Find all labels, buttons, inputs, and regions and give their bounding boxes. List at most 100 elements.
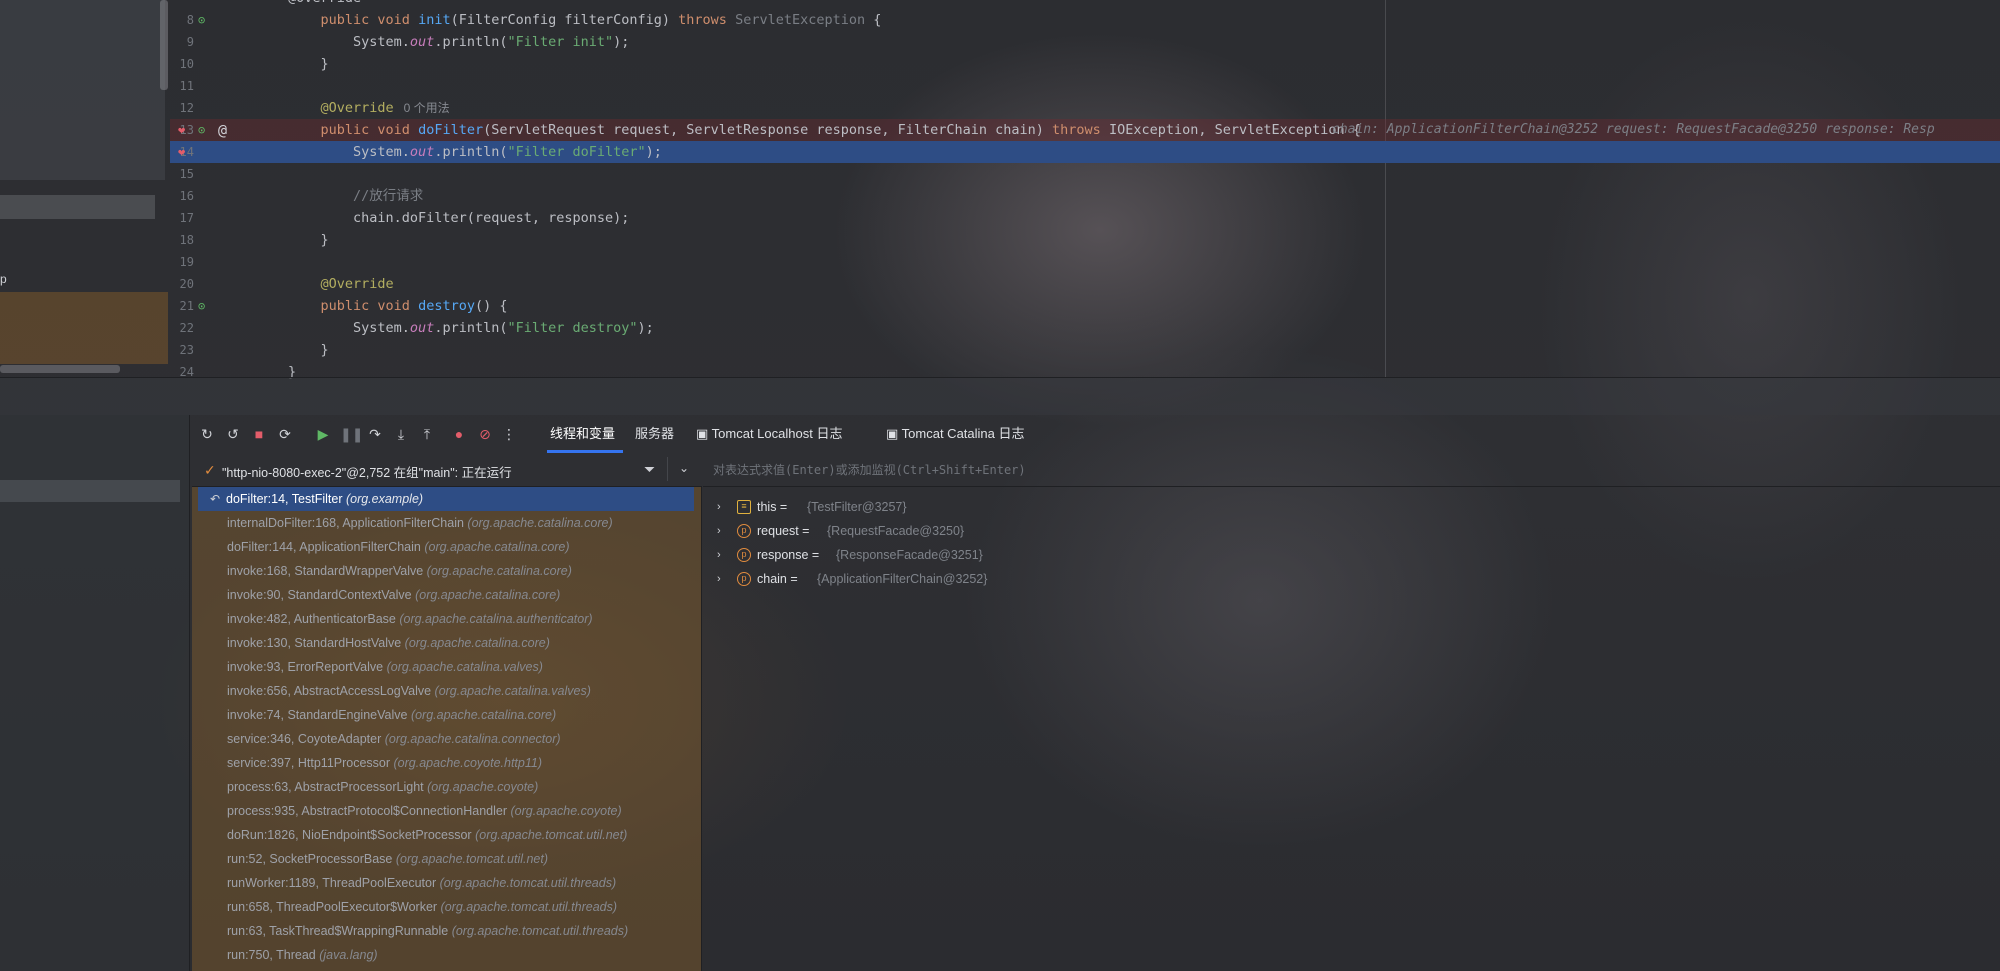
stack-frame[interactable]: run:750, Thread (java.lang) <box>192 943 702 967</box>
chevron-down-icon[interactable]: ⌄ <box>679 461 689 475</box>
code-line[interactable]: 12 @Override 0 个用法 <box>170 97 2000 119</box>
code-line[interactable]: 14 System.out.println("Filter doFilter")… <box>170 141 2000 163</box>
stack-frame[interactable]: invoke:74, StandardEngineValve (org.apac… <box>192 703 702 727</box>
thread-selector[interactable]: ✓ "http-nio-8080-exec-2"@2,752 在组"main":… <box>192 453 702 487</box>
frame-package: (org.apache.tomcat.util.net) <box>395 852 549 866</box>
line-number[interactable]: 23 <box>170 339 194 361</box>
code-line[interactable]: 10 } <box>170 53 2000 75</box>
implements-method-icon[interactable]: ⊙ <box>198 123 205 137</box>
tab-tomcat-localhost-log[interactable]: ▣ Tomcat Localhost 日志 <box>696 425 842 443</box>
stack-frame[interactable]: doRun:1826, NioEndpoint$SocketProcessor … <box>192 823 702 847</box>
pause-icon[interactable]: ❚❚ <box>340 425 363 443</box>
stack-frame[interactable]: internalDoFilter:168, ApplicationFilterC… <box>192 511 702 535</box>
line-number[interactable]: 16 <box>170 185 194 207</box>
stack-frame[interactable]: invoke:130, StandardHostValve (org.apach… <box>192 631 702 655</box>
tab-tomcat-catalina-log[interactable]: ▣ Tomcat Catalina 日志 <box>886 425 1025 443</box>
resume-icon[interactable]: ▶ <box>314 425 332 443</box>
stack-frame[interactable]: service:397, Http11Processor (org.apache… <box>192 751 702 775</box>
frame-method: run:750, Thread <box>227 948 320 962</box>
stack-frame[interactable]: doFilter:144, ApplicationFilterChain (or… <box>192 535 702 559</box>
line-number[interactable]: 10 <box>170 53 194 75</box>
step-into-icon[interactable]: ⤓ <box>392 425 410 443</box>
code-line[interactable]: 15 <box>170 163 2000 185</box>
breakpoint-icon[interactable]: ❤ <box>178 145 185 159</box>
step-over-icon[interactable]: ↷ <box>366 425 384 443</box>
step-out-icon[interactable]: ⤒ <box>418 425 436 443</box>
code-line[interactable]: 13 public void doFilter(ServletRequest r… <box>170 119 2000 141</box>
stack-frame[interactable]: invoke:656, AbstractAccessLogValve (org.… <box>192 679 702 703</box>
project-tree-selection[interactable] <box>0 195 155 219</box>
breakpoint-icon[interactable]: ❤ <box>178 123 185 137</box>
mute-breakpoints-icon[interactable]: ⊘ <box>476 425 494 443</box>
line-number[interactable]: 22 <box>170 317 194 339</box>
code-line[interactable]: 21 public void destroy() {⊙ <box>170 295 2000 317</box>
stack-frame[interactable]: ↶ doFilter:14, TestFilter (org.example) <box>198 487 694 511</box>
code-line[interactable]: 11 <box>170 75 2000 97</box>
frame-package: (org.apache.catalina.core) <box>410 708 557 722</box>
view-breakpoints-icon[interactable]: ● <box>450 425 468 443</box>
code-text: public void doFilter(ServletRequest requ… <box>320 122 1361 138</box>
project-tree-vscrollbar[interactable] <box>160 0 168 90</box>
code-editor[interactable]: @Override8 public void init(FilterConfig… <box>170 0 2000 380</box>
code-text: System.out.println("Filter destroy"); <box>288 320 654 336</box>
stack-frame[interactable]: invoke:482, AuthenticatorBase (org.apach… <box>192 607 702 631</box>
implements-method-icon[interactable]: ⊙ <box>198 299 205 313</box>
line-number[interactable]: 15 <box>170 163 194 185</box>
project-tree-hscrollbar[interactable] <box>0 365 120 373</box>
rerun-icon[interactable]: ↻ <box>198 425 216 443</box>
line-number[interactable]: 11 <box>170 75 194 97</box>
variable-row[interactable]: › p response = {ResponseFacade@3251} <box>703 543 1903 567</box>
more-options-icon[interactable]: ⋮ <box>500 425 518 443</box>
annotation-icon[interactable]: @ <box>218 123 227 138</box>
line-number[interactable]: 17 <box>170 207 194 229</box>
filter-icon[interactable]: ⏷ <box>644 461 655 478</box>
tab-threads-variables[interactable]: 线程和变量 <box>550 425 615 443</box>
stack-frame[interactable]: invoke:93, ErrorReportValve (org.apache.… <box>192 655 702 679</box>
code-line[interactable]: 19 <box>170 251 2000 273</box>
stack-frame[interactable]: service:346, CoyoteAdapter (org.apache.c… <box>192 727 702 751</box>
variable-row[interactable]: › p chain = {ApplicationFilterChain@3252} <box>703 567 1903 591</box>
stack-frame[interactable]: runWorker:1189, ThreadPoolExecutor (org.… <box>192 871 702 895</box>
stack-frame[interactable]: process:63, AbstractProcessorLight (org.… <box>192 775 702 799</box>
panel-splitter[interactable] <box>0 377 2000 415</box>
code-line[interactable]: 17 chain.doFilter(request, response); <box>170 207 2000 229</box>
code-line[interactable]: 20 @Override <box>170 273 2000 295</box>
tab-server[interactable]: 服务器 <box>635 425 674 443</box>
code-line[interactable]: @Override <box>170 0 2000 9</box>
line-number[interactable]: 9 <box>170 31 194 53</box>
expand-arrow-icon[interactable]: › <box>717 543 721 567</box>
stack-frame[interactable]: invoke:90, StandardContextValve (org.apa… <box>192 583 702 607</box>
stack-frame[interactable]: invoke:168, StandardWrapperValve (org.ap… <box>192 559 702 583</box>
stack-frame[interactable]: run:52, SocketProcessorBase (org.apache.… <box>192 847 702 871</box>
usages-hint[interactable]: 0 个用法 <box>404 101 450 115</box>
code-line[interactable]: 18 } <box>170 229 2000 251</box>
code-text: @Override 0 个用法 <box>320 100 450 116</box>
line-number[interactable]: 20 <box>170 273 194 295</box>
line-number[interactable]: 8 <box>170 9 194 31</box>
project-tree-area <box>0 0 165 180</box>
line-number[interactable]: 19 <box>170 251 194 273</box>
code-line[interactable]: 22 System.out.println("Filter destroy"); <box>170 317 2000 339</box>
line-number[interactable]: 21 <box>170 295 194 317</box>
stack-frame[interactable]: process:935, AbstractProtocol$Connection… <box>192 799 702 823</box>
variable-row[interactable]: › ≡ this = {TestFilter@3257} <box>703 495 1903 519</box>
stack-frame[interactable]: run:658, ThreadPoolExecutor$Worker (org.… <box>192 895 702 919</box>
stop-icon[interactable]: ■ <box>250 425 268 443</box>
evaluate-expression-input[interactable] <box>713 459 1913 481</box>
implements-method-icon[interactable]: ⊙ <box>198 13 205 27</box>
expand-arrow-icon[interactable]: › <box>717 519 721 543</box>
line-number[interactable]: 18 <box>170 229 194 251</box>
code-line[interactable]: 8 public void init(FilterConfig filterCo… <box>170 9 2000 31</box>
rerun-failed-icon[interactable]: ↺ <box>224 425 242 443</box>
debug-side-selection[interactable] <box>0 480 180 502</box>
expand-arrow-icon[interactable]: › <box>717 495 721 519</box>
restart-icon[interactable]: ⟳ <box>276 425 294 443</box>
code-line[interactable]: 23 } <box>170 339 2000 361</box>
variable-row[interactable]: › p request = {RequestFacade@3250} <box>703 519 1903 543</box>
code-line[interactable]: 16 //放行请求 <box>170 185 2000 207</box>
expand-arrow-icon[interactable]: › <box>717 567 721 591</box>
code-line[interactable]: 9 System.out.println("Filter init"); <box>170 31 2000 53</box>
frame-label: process:935, AbstractProtocol$Connection… <box>227 799 622 823</box>
line-number[interactable]: 12 <box>170 97 194 119</box>
stack-frame[interactable]: run:63, TaskThread$WrappingRunnable (org… <box>192 919 702 943</box>
